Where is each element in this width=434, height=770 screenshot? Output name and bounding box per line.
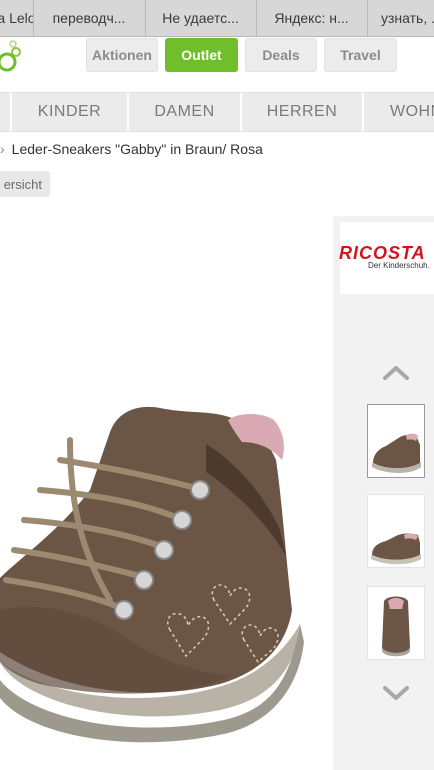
breadcrumb-current: Leder-Sneakers "Gabby" in Braun/ Rosa	[11, 141, 263, 157]
nav-deals-button[interactable]: Deals	[245, 38, 317, 72]
category-damen[interactable]: DAMEN	[127, 93, 240, 131]
category-kinder[interactable]: KINDER	[10, 93, 127, 131]
thumbnail-1[interactable]	[367, 404, 425, 478]
browser-tab[interactable]: Яндекс: н...	[256, 0, 368, 36]
category-bar: KINDER DAMEN HERREN WOHN	[0, 92, 434, 132]
nav-outlet-button[interactable]: Outlet	[165, 38, 238, 72]
back-to-overview-button[interactable]: ersicht	[0, 171, 50, 197]
thumbnail-2[interactable]	[367, 494, 425, 568]
nav-aktionen-button[interactable]: Aktionen	[86, 38, 158, 72]
category-herren[interactable]: HERREN	[240, 93, 362, 131]
brand-tagline: Der Kinderschuh.	[368, 261, 430, 270]
browser-tab[interactable]: Не удаетс...	[145, 0, 257, 36]
shoe-thumbnail-image	[372, 433, 421, 473]
breadcrumb: › Leder-Sneakers "Gabby" in Braun/ Rosa	[0, 141, 263, 157]
shoe-thumbnail-image	[382, 596, 410, 657]
browser-tab-strip: a Lelo переводч... Не удаетс... Яндекс: …	[0, 0, 434, 37]
browser-tab[interactable]: переводч...	[33, 0, 146, 36]
chevron-up-icon[interactable]	[381, 362, 411, 382]
site-logo[interactable]	[0, 38, 30, 78]
nav-travel-button[interactable]: Travel	[324, 38, 397, 72]
breadcrumb-separator: ›	[0, 141, 5, 157]
browser-tab[interactable]: a Lelo	[0, 0, 34, 36]
thumbnail-3[interactable]	[367, 586, 425, 660]
product-image[interactable]	[0, 380, 330, 770]
chevron-down-icon[interactable]	[381, 684, 411, 704]
shoe-thumbnail-image	[371, 533, 421, 565]
category-wohnen[interactable]: WOHN	[362, 93, 434, 131]
browser-tab[interactable]: узнать, ...	[367, 0, 434, 36]
